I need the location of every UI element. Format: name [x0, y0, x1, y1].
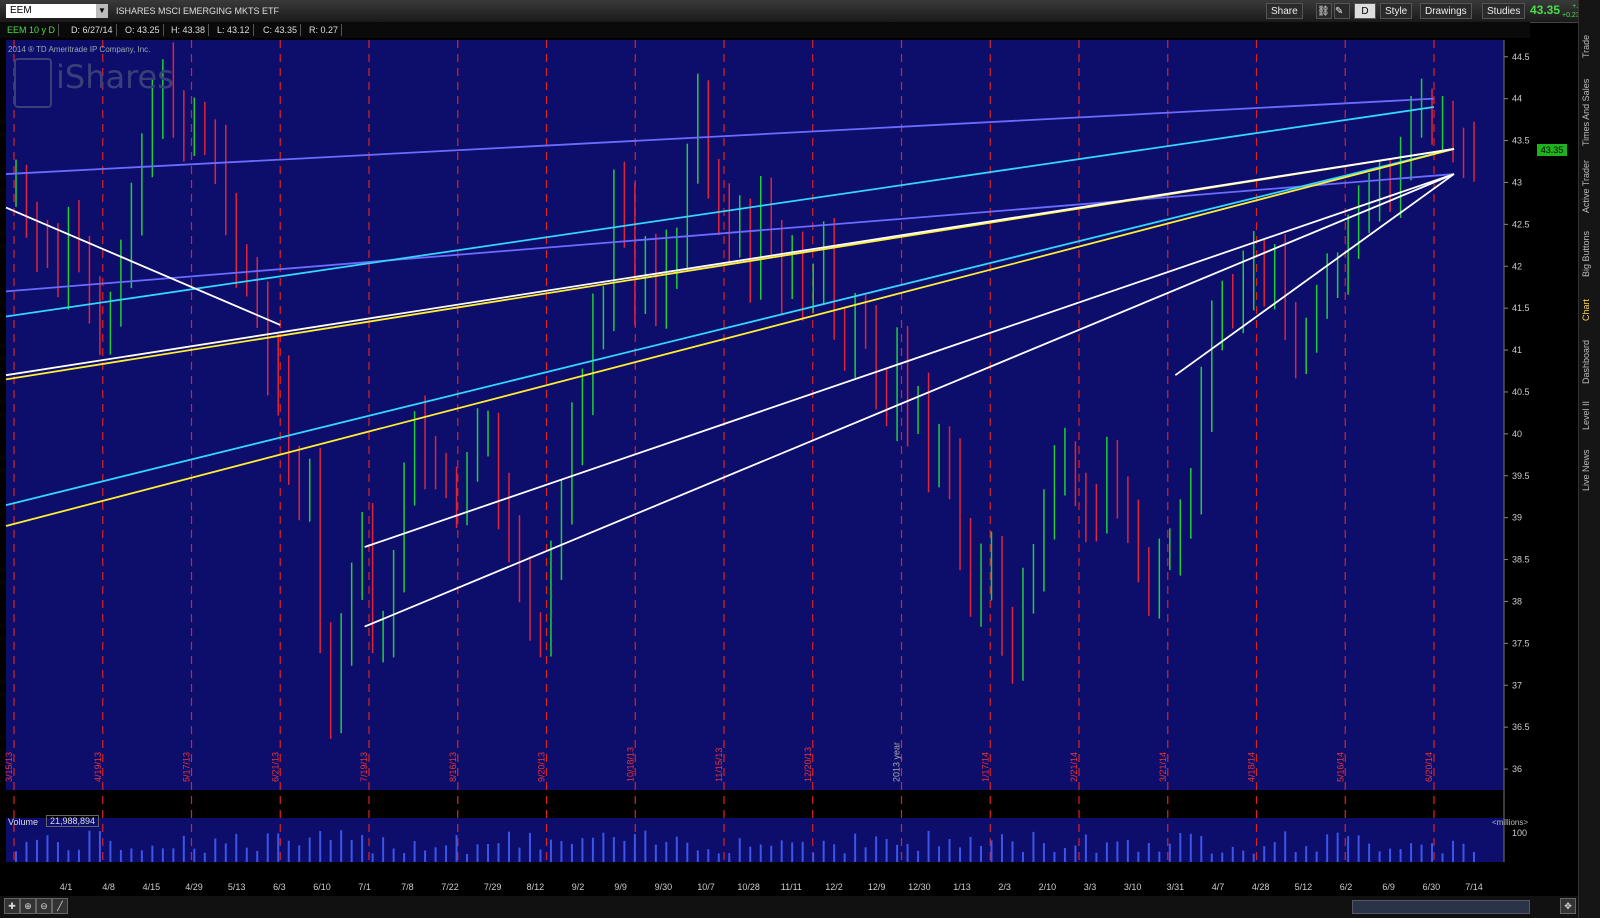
- y-tick-label: 42: [1512, 261, 1522, 271]
- x-tick-label: 10/7: [697, 882, 715, 892]
- x-tick-label: 2/3: [998, 882, 1011, 892]
- sidebar-tab-chart[interactable]: Chart: [1581, 292, 1599, 328]
- x-tick-label: 4/8: [102, 882, 115, 892]
- expand-icon[interactable]: ✥: [1560, 898, 1576, 914]
- month-marker-label: 4/19/13: [93, 752, 103, 782]
- x-tick-label: 6/30: [1423, 882, 1441, 892]
- y-tick-label: 44: [1512, 94, 1522, 104]
- month-marker-label: 9/20/13: [537, 752, 547, 782]
- bottom-toolbar: ✚ ⊕ ⊖ ╱ ✥: [0, 896, 1578, 918]
- brand-watermark: iShares: [56, 58, 174, 96]
- month-marker-label: 4/18/14: [1247, 752, 1257, 782]
- x-tick-label: 4/28: [1252, 882, 1270, 892]
- sidebar-tab-dashboard[interactable]: Dashboard: [1581, 336, 1599, 388]
- chart-scrollbar[interactable]: [1352, 900, 1530, 914]
- month-marker-label: 2/21/14: [1069, 752, 1079, 782]
- month-marker-label: 1/17/14: [980, 752, 990, 782]
- x-tick-label: 2/10: [1039, 882, 1057, 892]
- x-tick-label: 8/12: [527, 882, 545, 892]
- y-tick-label: 43.5: [1512, 136, 1530, 146]
- x-tick-label: 6/3: [273, 882, 286, 892]
- x-tick-label: 3/10: [1124, 882, 1142, 892]
- ishares-logo-icon: [14, 58, 52, 108]
- x-tick-label: 6/2: [1340, 882, 1353, 892]
- x-tick-label: 12/2: [825, 882, 843, 892]
- month-marker-label: 7/19/13: [359, 752, 369, 782]
- x-tick-label: 3/31: [1167, 882, 1185, 892]
- sidebar-tab-active-trader[interactable]: Active Trader: [1581, 156, 1599, 216]
- y-tick-label: 40.5: [1512, 387, 1530, 397]
- x-tick-label: 5/12: [1295, 882, 1313, 892]
- sidebar-tab-live-news[interactable]: Live News: [1581, 442, 1599, 498]
- drawing-tool-icon[interactable]: ╱: [52, 898, 68, 914]
- y-tick-label: 37: [1512, 680, 1522, 690]
- x-tick-label: 9/9: [614, 882, 627, 892]
- volume-tick-label: 100: [1512, 828, 1527, 838]
- volume-value: 21,988,894: [46, 815, 100, 827]
- x-tick-label: 7/8: [401, 882, 414, 892]
- y-tick-label: 40: [1512, 429, 1522, 439]
- y-tick-label: 43: [1512, 177, 1522, 187]
- price-chart[interactable]: 36 36.5 37 37.5 38 38.5 39 39.5 40 40.5 41 41.5 42 42…: [0, 0, 1578, 896]
- x-tick-label: 6/9: [1382, 882, 1395, 892]
- x-tick-label: 6/10: [313, 882, 331, 892]
- x-tick-label: 1/13: [953, 882, 971, 892]
- x-tick-label: 4/7: [1212, 882, 1225, 892]
- copyright: 2014 ® TD Ameritrade IP Company, Inc.: [8, 45, 151, 54]
- x-tick-label: 12/30: [908, 882, 931, 892]
- sidebar-tab-trade[interactable]: Trade: [1581, 26, 1599, 66]
- sidebar-tab-big-buttons[interactable]: Big Buttons: [1581, 222, 1599, 286]
- volume-unit: <millions>: [1492, 818, 1529, 827]
- x-tick-label: 10/28: [737, 882, 760, 892]
- x-tick-label: 3/3: [1084, 882, 1097, 892]
- x-tick-label: 11/11: [781, 882, 802, 892]
- right-sidebar: Trade Times And Sales Active Trader Big But…: [1578, 0, 1600, 918]
- month-marker-label: 10/18/13: [625, 747, 635, 782]
- x-tick-label: 4/15: [143, 882, 161, 892]
- y-tick-label: 42.5: [1512, 219, 1530, 229]
- zoom-in-icon[interactable]: ⊕: [20, 898, 36, 914]
- x-tick-label: 4/1: [60, 882, 73, 892]
- x-tick-label: 7/14: [1465, 882, 1483, 892]
- month-marker-label: 3/21/14: [1158, 752, 1168, 782]
- y-tick-label: 41.5: [1512, 303, 1530, 313]
- last-price-tag: 43.35: [1537, 144, 1567, 156]
- y-tick-label: 39: [1512, 513, 1522, 523]
- y-tick-label: 36.5: [1512, 722, 1530, 732]
- x-tick-label: 4/29: [185, 882, 203, 892]
- plot-area: [6, 40, 1504, 790]
- y-tick-label: 38: [1512, 596, 1522, 606]
- month-marker-label: 6/20/14: [1424, 752, 1434, 782]
- x-tick-label: 5/13: [228, 882, 246, 892]
- volume-area: [6, 818, 1504, 862]
- month-marker-label: 12/20/13: [803, 747, 813, 782]
- month-marker-label: 5/16/14: [1335, 752, 1345, 782]
- y-tick-label: 37.5: [1512, 638, 1530, 648]
- x-tick-label: 7/22: [441, 882, 459, 892]
- x-tick-label: 9/30: [655, 882, 673, 892]
- y-tick-label: 44.5: [1512, 52, 1530, 62]
- y-tick-label: 38.5: [1512, 555, 1530, 565]
- sidebar-tab-level-ii[interactable]: Level II: [1581, 394, 1599, 436]
- sidebar-tab-times-and-sales[interactable]: Times And Sales: [1581, 74, 1599, 150]
- x-tick-label: 7/1: [358, 882, 371, 892]
- y-tick-label: 36: [1512, 764, 1522, 774]
- month-marker-label: 8/16/13: [448, 752, 458, 782]
- volume-label: Volume: [8, 817, 39, 827]
- zoom-out-icon[interactable]: ⊖: [36, 898, 52, 914]
- month-marker-label: 5/17/13: [182, 752, 192, 782]
- y-tick-label: 39.5: [1512, 471, 1530, 481]
- month-marker-label: 6/21/13: [270, 752, 280, 782]
- volume-header: [6, 808, 1504, 818]
- month-marker-label: 11/15/13: [714, 748, 724, 782]
- x-tick-label: 7/29: [484, 882, 502, 892]
- month-marker-label: 3/15/13: [4, 752, 14, 782]
- x-tick-label: 9/2: [572, 882, 585, 892]
- month-marker-label: 2013 year: [892, 742, 902, 782]
- y-tick-label: 41: [1512, 345, 1522, 355]
- x-tick-label: 12/9: [868, 882, 886, 892]
- pan-icon[interactable]: ✚: [4, 898, 20, 914]
